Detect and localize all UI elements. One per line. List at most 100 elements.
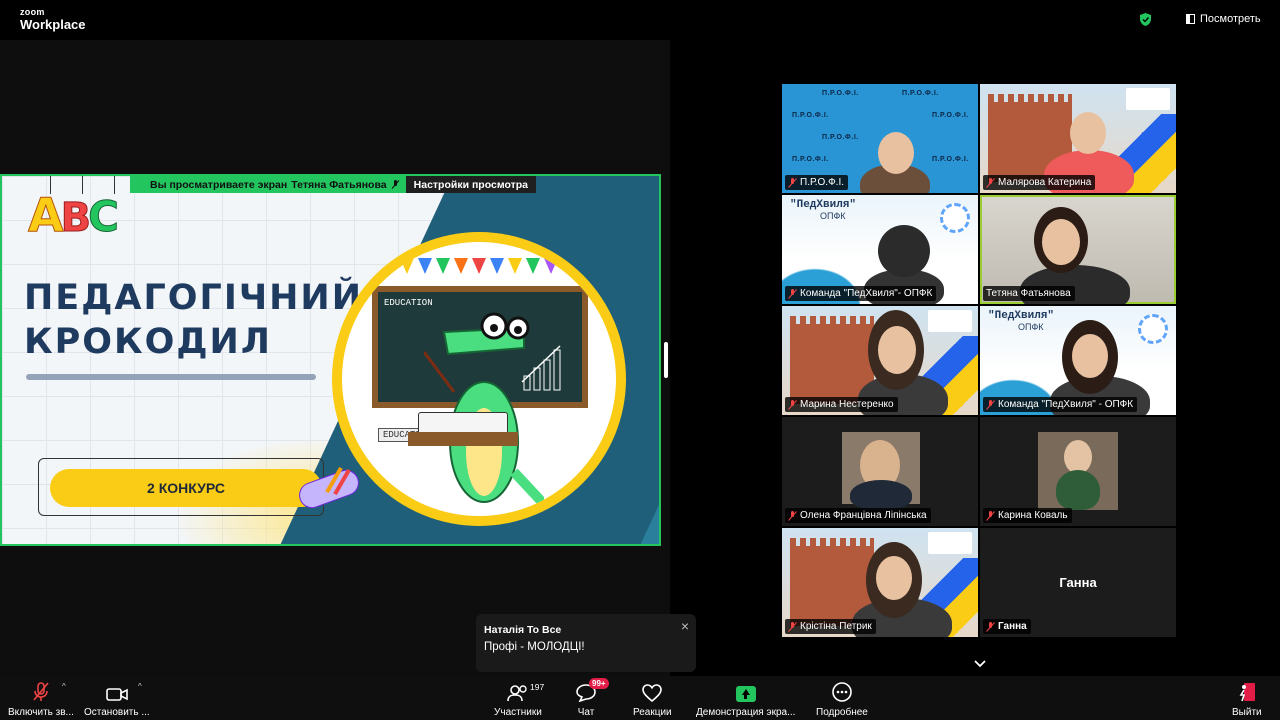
participant-name-label: Карина Коваль	[983, 508, 1072, 523]
participant-name: Крістіна Петрик	[800, 621, 872, 632]
profi-pattern-text: П.Р.О.Ф.І.	[902, 90, 939, 97]
video-tile[interactable]: П.Р.О.Ф.І. П.Р.О.Ф.І. П.Р.О.Ф.І. П.Р.О.Ф…	[782, 84, 978, 193]
video-tile[interactable]: Малярова Катерина	[980, 84, 1176, 193]
screen-share-banner: Вы просматриваете экран Тетяна Фатьянова…	[130, 176, 537, 193]
profi-pattern-text: П.Р.О.Ф.І.	[822, 90, 859, 97]
participant-head	[876, 556, 912, 600]
participant-head	[878, 132, 914, 174]
participant-name: Олена Францівна Ліпінська	[800, 510, 927, 521]
view-button[interactable]: Посмотреть	[1186, 13, 1261, 25]
logo-brand: zoom	[20, 7, 45, 17]
participant-name: Малярова Катерина	[998, 177, 1092, 188]
muted-mic-icon	[986, 399, 995, 410]
muted-mic-icon	[391, 180, 400, 189]
participants-button-label: Участники	[494, 707, 542, 718]
participant-name: Ганна	[998, 621, 1027, 632]
leave-button-label: Выйти	[1232, 707, 1262, 718]
video-button-label: Остановить ...	[84, 707, 150, 718]
letter-c: C	[88, 192, 120, 241]
more-button[interactable]: Подробнее	[816, 678, 868, 718]
chat-button-label: Чат	[577, 707, 595, 718]
participant-name: Команда "ПедХвиля" - ОПФК	[998, 399, 1134, 410]
split-resize-handle[interactable]	[664, 342, 668, 378]
view-layout-icon	[1186, 14, 1195, 24]
participant-name-label: П.Р.О.Ф.І.	[785, 175, 849, 190]
participant-name: П.Р.О.Ф.І.	[800, 177, 845, 188]
share-banner-text: Вы просматриваете экран	[150, 178, 288, 191]
muted-mic-icon	[986, 621, 995, 632]
audio-button-label: Включить зв...	[8, 707, 74, 718]
bunting-flag	[490, 258, 504, 274]
active-speaker-tile[interactable]: Тетяна Фатьянова	[980, 195, 1176, 304]
chat-unread-badge: 99+	[589, 678, 609, 689]
leave-button[interactable]: Выйти	[1232, 678, 1262, 718]
bunting-flag	[382, 258, 396, 274]
video-tile[interactable]: Ганна Ганна	[980, 528, 1176, 637]
chat-notification[interactable]: Наталія To Все Профі - МОЛОДЦІ! ×	[476, 614, 696, 672]
profi-pattern-text: П.Р.О.Ф.І.	[822, 134, 859, 141]
bunting-flag	[472, 258, 486, 274]
bunting-flag	[544, 258, 558, 274]
slide-title-underline	[26, 374, 316, 380]
open-book-illustration	[418, 412, 508, 434]
participant-head	[1072, 334, 1108, 378]
participant-name-label: Марина Нестеренко	[785, 397, 898, 412]
letter-b: B	[60, 195, 91, 241]
muted-mic-icon	[788, 288, 797, 299]
shield-check-icon[interactable]	[1140, 13, 1151, 26]
ped-title-text: "ПедХвиля"	[988, 310, 1055, 322]
participant-name-label: Тетяна Фатьянова	[983, 286, 1075, 301]
top-bar: zoom Workplace Посмотреть	[0, 0, 1280, 40]
university-logo	[1126, 88, 1170, 110]
video-tile[interactable]: "ПедХвиля" ОПФК Команда "ПедХвиля" - ОПФ…	[980, 306, 1176, 415]
leave-door-icon	[1239, 683, 1255, 702]
participant-head	[1070, 112, 1106, 154]
video-tile[interactable]: Крістіна Петрик	[782, 528, 978, 637]
video-tile[interactable]: Марина Нестеренко	[782, 306, 978, 415]
video-tile[interactable]: Карина Коваль	[980, 417, 1176, 526]
chevron-up-icon[interactable]: ^	[138, 682, 142, 691]
participant-head	[878, 225, 930, 277]
sun-logo-icon	[940, 203, 970, 233]
view-settings-button[interactable]: Настройки просмотра	[405, 176, 537, 193]
participant-name-label: Ганна	[983, 619, 1031, 634]
ped-sub-text: ОПФК	[820, 211, 846, 221]
view-button-label: Посмотреть	[1200, 13, 1261, 25]
bunting-flag	[400, 258, 414, 274]
presentation-slide: ABC ПЕДАГОГІЧНИЙ КРОКОДИЛ 2 КОНКУРС EDUC…	[0, 174, 661, 546]
heart-icon	[642, 684, 663, 702]
video-camera-icon	[106, 688, 128, 701]
muted-mic-icon	[986, 510, 995, 521]
slide-title: ПЕДАГОГІЧНИЙ КРОКОДИЛ	[24, 276, 363, 364]
more-button-label: Подробнее	[816, 707, 868, 718]
muted-mic-icon	[788, 399, 797, 410]
muted-mic-icon	[788, 177, 797, 188]
close-icon[interactable]: ×	[681, 618, 689, 634]
participant-name: Карина Коваль	[998, 510, 1068, 521]
participant-name: Команда "ПедХвиля"- ОПФК	[800, 288, 933, 299]
video-tile[interactable]: "ПедХвиля" ОПФК Команда "ПедХвиля"- ОПФК	[782, 195, 978, 304]
chevron-up-icon[interactable]: ^	[62, 682, 66, 691]
reactions-button[interactable]: Реакции	[633, 678, 672, 718]
profi-pattern-text: П.Р.О.Ф.І.	[932, 156, 969, 163]
share-screen-button[interactable]: Демонстрация экра...	[696, 678, 795, 718]
participant-name-label: Малярова Катерина	[983, 175, 1096, 190]
ped-title-text: "ПедХвиля"	[790, 199, 857, 211]
participant-center-name: Ганна	[1059, 575, 1097, 590]
participant-name-label: Команда "ПедХвиля"- ОПФК	[785, 286, 937, 301]
share-screen-button-label: Демонстрация экра...	[696, 707, 796, 718]
university-logo	[928, 310, 972, 332]
slide-title-line1: ПЕДАГОГІЧНИЙ	[24, 278, 363, 318]
chat-message: Профі - МОЛОДЦІ!	[484, 641, 585, 653]
share-banner-presenter: Тетяна Фатьянова	[291, 178, 387, 191]
chevron-down-icon[interactable]	[974, 658, 986, 670]
zoom-workplace-logo: zoom Workplace	[20, 7, 86, 32]
profi-pattern-text: П.Р.О.Ф.І.	[932, 112, 969, 119]
video-tile[interactable]: Олена Францівна Ліпінська	[782, 417, 978, 526]
participant-name-label: Олена Францівна Ліпінська	[785, 508, 931, 523]
ped-sub-text: ОПФК	[1018, 322, 1044, 332]
muted-mic-icon	[788, 510, 797, 521]
crocodile-character-icon	[424, 312, 544, 506]
muted-mic-icon	[788, 621, 797, 632]
bunting-flag	[454, 258, 468, 274]
